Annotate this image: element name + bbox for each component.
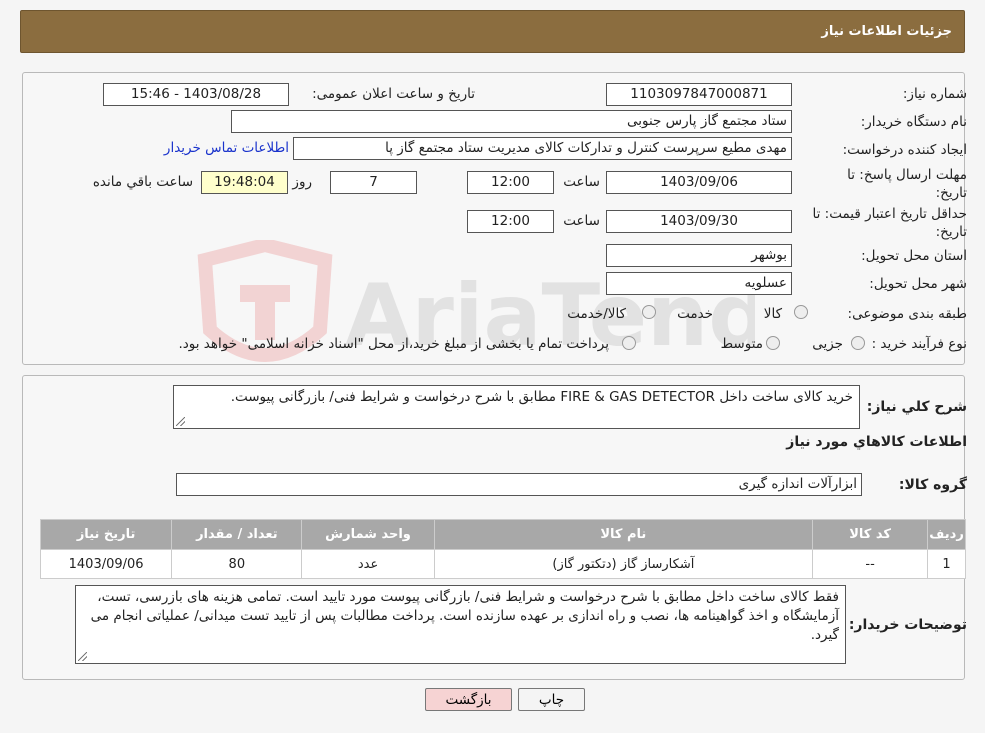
category-radio-goods[interactable] — [794, 305, 808, 319]
process-radio-medium[interactable] — [766, 336, 780, 350]
goods-group-field[interactable]: ابزارآلات اندازه گیری — [176, 473, 862, 496]
buyer-notes-text: فقط کالای ساخت داخل مطابق با شرح درخواست… — [90, 589, 839, 643]
creator-label: ایجاد کننده درخواست: — [842, 142, 967, 158]
announce-field[interactable]: 1403/08/28 - 15:46 — [103, 83, 289, 106]
category-option-goods-service: کالا/خدمت — [567, 306, 626, 322]
remaining-label: ساعت باقي مانده — [92, 174, 193, 190]
col-unit: واحد شمارش — [301, 519, 435, 550]
col-qty: تعداد / مقدار — [171, 519, 303, 550]
category-option-service: خدمت — [677, 306, 713, 322]
category-option-goods: کالا — [763, 306, 782, 322]
validity-date-field[interactable]: 1403/09/30 — [606, 210, 792, 233]
process-option-medium: متوسط — [720, 336, 763, 352]
need-number-label: شماره نیاز: — [902, 86, 967, 102]
page-header: جزئیات اطلاعات نیاز — [20, 10, 965, 53]
deadline-time-field[interactable]: 12:00 — [467, 171, 554, 194]
deadline-label-date: تاریخ: — [935, 185, 967, 201]
buyer-notes-label: توضیحات خریدار: — [848, 617, 967, 633]
validity-time-label: ساعت — [563, 213, 600, 229]
process-option-minor: جزیی — [812, 336, 843, 352]
deadline-date-field[interactable]: 1403/09/06 — [606, 171, 792, 194]
goods-group-label: گروه کالا: — [898, 477, 967, 493]
cell-qty: 80 — [171, 549, 303, 579]
resize-grip-icon[interactable] — [176, 417, 185, 426]
buyer-org-field[interactable]: ستاد مجتمع گاز پارس جنوبی — [231, 110, 792, 133]
cell-row: 1 — [927, 549, 966, 579]
buyer-notes-textarea[interactable]: فقط کالای ساخت داخل مطابق با شرح درخواست… — [75, 585, 846, 664]
col-name: نام کالا — [433, 519, 814, 550]
process-note: پرداخت تمام یا بخشی از مبلغ خرید،از محل … — [178, 336, 609, 352]
process-radio-minor[interactable] — [851, 336, 865, 350]
cell-date: 1403/09/06 — [39, 549, 173, 579]
goods-info-title: اطلاعات کالاهاي مورد نياز — [786, 434, 967, 450]
city-label: شهر محل تحویل: — [869, 276, 967, 292]
print-button[interactable]: چاپ — [518, 688, 585, 711]
province-field[interactable]: بوشهر — [606, 244, 792, 267]
process-treasury-checkbox[interactable] — [622, 336, 636, 350]
col-row: ردیف — [927, 519, 966, 550]
table-row[interactable]: 1 -- آشکارساز گاز (دتکتور گاز) عدد 80 14… — [39, 549, 966, 579]
cell-code: -- — [812, 549, 929, 579]
resize-grip-icon[interactable] — [78, 652, 87, 661]
goods-table-header: ردیف کد کالا نام کالا واحد شمارش تعداد /… — [39, 519, 966, 550]
validity-label-date: تاریخ: — [935, 224, 967, 240]
deadline-label: مهلت ارسال پاسخ: تا — [847, 167, 967, 183]
days-field[interactable]: 7 — [330, 171, 417, 194]
need-number-field[interactable]: 1103097847000871 — [606, 83, 792, 106]
col-date: تاریخ نیاز — [39, 519, 173, 550]
validity-label: حداقل تاریخ اعتبار قیمت: تا — [812, 206, 967, 222]
cell-unit: عدد — [301, 549, 435, 579]
category-radio-service[interactable] — [642, 305, 656, 319]
city-field[interactable]: عسلویه — [606, 272, 792, 295]
contact-info-link[interactable]: اطلاعات تماس خریدار — [164, 140, 289, 156]
page-title: جزئیات اطلاعات نیاز — [821, 24, 952, 39]
goods-table: ردیف کد کالا نام کالا واحد شمارش تعداد /… — [39, 519, 966, 579]
province-label: استان محل تحویل: — [861, 248, 967, 264]
category-label: طبقه بندی موضوعی: — [847, 306, 967, 322]
deadline-time-label: ساعت — [563, 174, 600, 190]
summary-text: خرید کالای ساخت داخل FIRE & GAS DETECTOR… — [230, 389, 853, 405]
buyer-org-label: نام دستگاه خریدار: — [860, 114, 967, 130]
summary-textarea[interactable]: خرید کالای ساخت داخل FIRE & GAS DETECTOR… — [173, 385, 860, 429]
validity-time-field[interactable]: 12:00 — [467, 210, 554, 233]
back-button[interactable]: بازگشت — [425, 688, 512, 711]
col-code: کد کالا — [812, 519, 929, 550]
remaining-time-field[interactable]: 19:48:04 — [201, 171, 288, 194]
summary-label: شرح کلي نياز: — [866, 399, 967, 415]
cell-name: آشکارساز گاز (دتکتور گاز) — [433, 549, 814, 579]
creator-field[interactable]: مهدی مطیع سرپرست کنترل و تدارکات کالای م… — [293, 137, 792, 160]
process-label: نوع فرآیند خرید : — [871, 336, 967, 352]
announce-label: تاریخ و ساعت اعلان عمومی: — [312, 86, 475, 102]
